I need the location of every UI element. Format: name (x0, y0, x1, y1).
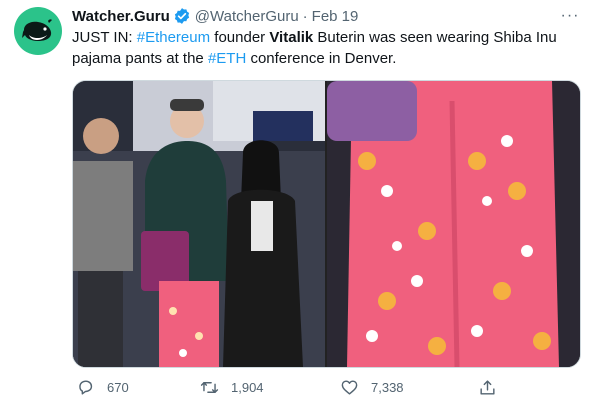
text-mid1: founder (210, 29, 270, 46)
avatar[interactable] (14, 7, 62, 55)
retweet-icon (200, 381, 219, 393)
separator: · (302, 7, 308, 25)
tweet-header: Watcher.Guru @WatcherGuru · Feb 19 (72, 6, 358, 26)
like-count: 7,338 (371, 379, 404, 395)
reply-count: 670 (107, 379, 129, 395)
share-icon (480, 379, 495, 395)
photo-group[interactable] (73, 81, 325, 367)
text-prefix: JUST IN: (72, 29, 137, 46)
text-bold-name: Vitalik (269, 29, 314, 46)
tweet-date[interactable]: Feb 19 (312, 8, 359, 25)
tweet-text: JUST IN: #Ethereum founder Vitalik Buter… (72, 27, 592, 69)
media-grid (72, 80, 581, 368)
more-icon[interactable]: ··· (557, 6, 583, 26)
reply-icon (79, 379, 93, 395)
hashtag-ethereum[interactable]: #Ethereum (137, 29, 210, 46)
handle[interactable]: @WatcherGuru (195, 8, 299, 25)
action-bar: 670 1,904 7,338 (72, 374, 552, 400)
display-name[interactable]: Watcher.Guru (72, 8, 170, 25)
photo-pajama-closeup[interactable] (327, 81, 580, 367)
text-suffix: conference in Denver. (246, 50, 397, 67)
retweet-count: 1,904 (231, 379, 264, 395)
like-button[interactable]: 7,338 (340, 374, 404, 400)
tweet: Watcher.Guru @WatcherGuru · Feb 19 ··· J… (0, 0, 609, 411)
like-icon (341, 379, 358, 395)
verified-badge-icon (173, 7, 191, 25)
hashtag-eth[interactable]: #ETH (208, 50, 246, 67)
retweet-button[interactable]: 1,904 (200, 374, 264, 400)
whale-logo-icon (22, 19, 52, 41)
share-button[interactable] (478, 374, 509, 400)
reply-button[interactable]: 670 (76, 374, 129, 400)
